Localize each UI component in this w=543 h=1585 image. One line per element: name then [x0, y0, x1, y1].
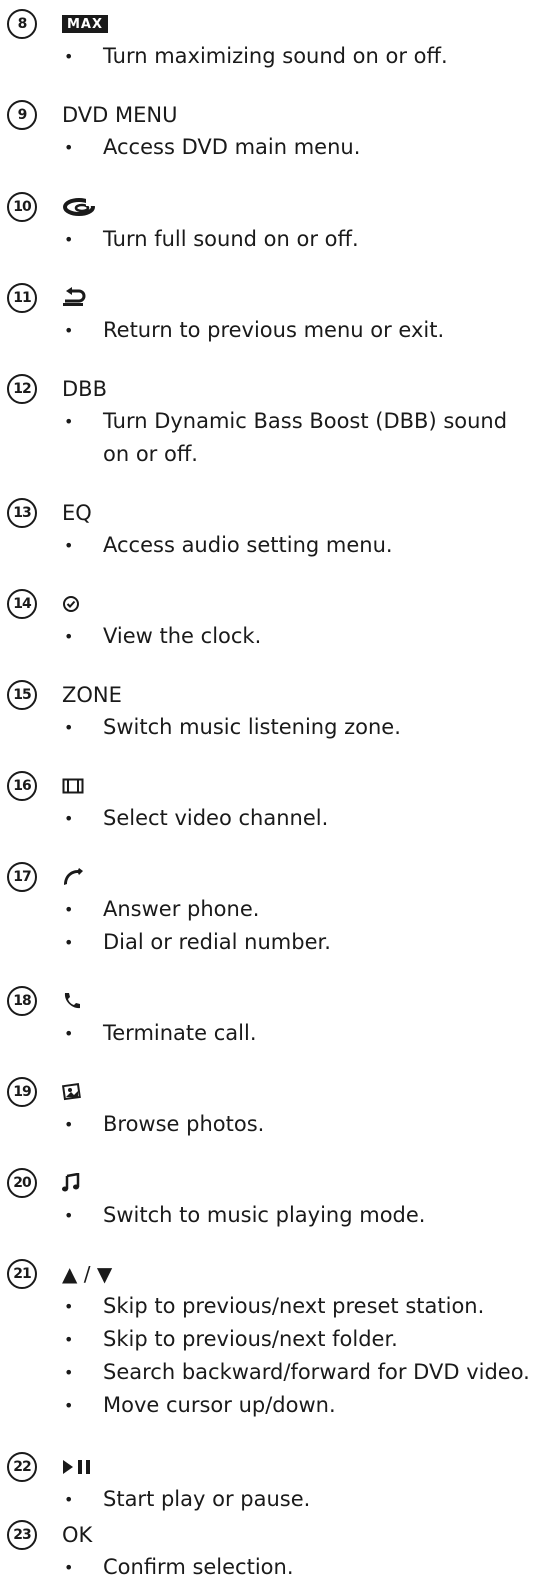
item-number: 11 — [7, 283, 37, 313]
list-item: • Confirm selection. — [64, 1555, 294, 1579]
key-item-phone-answer: 17 • Answer phone. • Dial or redial number… — [0, 861, 543, 959]
key-item-dbb: 12 DBB • Turn Dynamic Bass Boost (DBB) so… — [0, 373, 543, 471]
key-item-ok: 23 OK • Confirm selection. — [0, 1519, 543, 1584]
key-item-max: 8 MAX • Turn maximizing sound on or off. — [0, 8, 543, 73]
item-number: 10 — [7, 192, 37, 222]
list-item: • Access audio setting menu. — [64, 533, 393, 557]
key-label: DVD MENU — [62, 103, 178, 127]
item-number: 21 — [7, 1259, 37, 1289]
back-icon — [62, 285, 88, 311]
item-number: 13 — [7, 498, 37, 528]
list-item: • Search backward/forward for DVD video. — [64, 1360, 530, 1384]
key-item-back: 11 • Return to previous menu or exit. — [0, 282, 543, 347]
item-number: 20 — [7, 1168, 37, 1198]
list-item: • Switch music listening zone. — [64, 715, 401, 739]
list-item: • Skip to previous/next folder. — [64, 1327, 398, 1351]
key-item-play-pause: 22 • Start play or pause. — [0, 1451, 543, 1516]
video-icon — [62, 773, 84, 799]
clock-icon — [62, 591, 80, 617]
list-item: • View the clock. — [64, 624, 262, 648]
key-item-photo: 19 • Browse photos. — [0, 1076, 543, 1141]
item-number: 19 — [7, 1077, 37, 1107]
full-sound-icon — [62, 194, 98, 220]
item-number: 12 — [7, 374, 37, 404]
key-item-clock: 14 • View the clock. — [0, 588, 543, 653]
list-item: • Answer phone. — [64, 897, 260, 921]
key-item-phone-end: 18 • Terminate call. — [0, 985, 543, 1050]
list-item: • Terminate call. — [64, 1021, 257, 1045]
item-number: 18 — [7, 986, 37, 1016]
list-item: • Turn Dynamic Bass Boost (DBB) sound on … — [64, 409, 508, 466]
max-badge: MAX — [62, 15, 109, 33]
list-item: • Turn full sound on or off. — [64, 227, 359, 251]
photo-icon — [62, 1079, 82, 1105]
list-item: • Switch to music playing mode. — [64, 1203, 426, 1227]
key-label: ZONE — [62, 683, 122, 707]
item-number: 16 — [7, 771, 37, 801]
key-item-up-down: 21 ▲ / ▼ • Skip to previous/next preset s… — [0, 1258, 543, 1422]
list-item: • Access DVD main menu. — [64, 135, 361, 159]
item-number: 14 — [7, 589, 37, 619]
item-number: 22 — [7, 1452, 37, 1482]
item-number: 15 — [7, 680, 37, 710]
key-label: ▲ / ▼ — [62, 1262, 113, 1286]
phone-answer-icon — [62, 864, 84, 890]
key-label: OK — [62, 1523, 93, 1547]
key-item-video: 16 • Select video channel. — [0, 770, 543, 835]
key-item-eq: 13 EQ • Access audio setting menu. — [0, 497, 543, 562]
item-number: 23 — [7, 1520, 37, 1550]
list-item: • Browse photos. — [64, 1112, 265, 1136]
item-number: 17 — [7, 862, 37, 892]
key-item-zone: 15 ZONE • Switch music listening zone. — [0, 679, 543, 744]
phone-end-icon — [62, 988, 82, 1014]
list-item: • Return to previous menu or exit. — [64, 318, 445, 342]
item-number: 9 — [7, 100, 37, 130]
list-item: • Skip to previous/next preset station. — [64, 1294, 485, 1318]
list-item: • Select video channel. — [64, 806, 329, 830]
music-note-icon — [62, 1170, 80, 1196]
list-item: • Dial or redial number. — [64, 930, 331, 954]
list-item: • Move cursor up/down. — [64, 1393, 336, 1417]
max-icon: MAX — [62, 11, 109, 37]
key-label: DBB — [62, 377, 107, 401]
key-label: EQ — [62, 501, 92, 525]
remote-control-key-list: 8 MAX • Turn maximizing sound on or off. … — [0, 0, 543, 1585]
list-item: • Turn maximizing sound on or off. — [64, 44, 448, 68]
play-pause-icon — [62, 1454, 94, 1480]
key-item-full-sound: 10 • Turn full sound on or off. — [0, 191, 543, 256]
key-item-music: 20 • Switch to music playing mode. — [0, 1167, 543, 1232]
list-item: • Start play or pause. — [64, 1487, 311, 1511]
key-item-dvd-menu: 9 DVD MENU • Access DVD main menu. — [0, 99, 543, 164]
item-number: 8 — [7, 9, 37, 39]
